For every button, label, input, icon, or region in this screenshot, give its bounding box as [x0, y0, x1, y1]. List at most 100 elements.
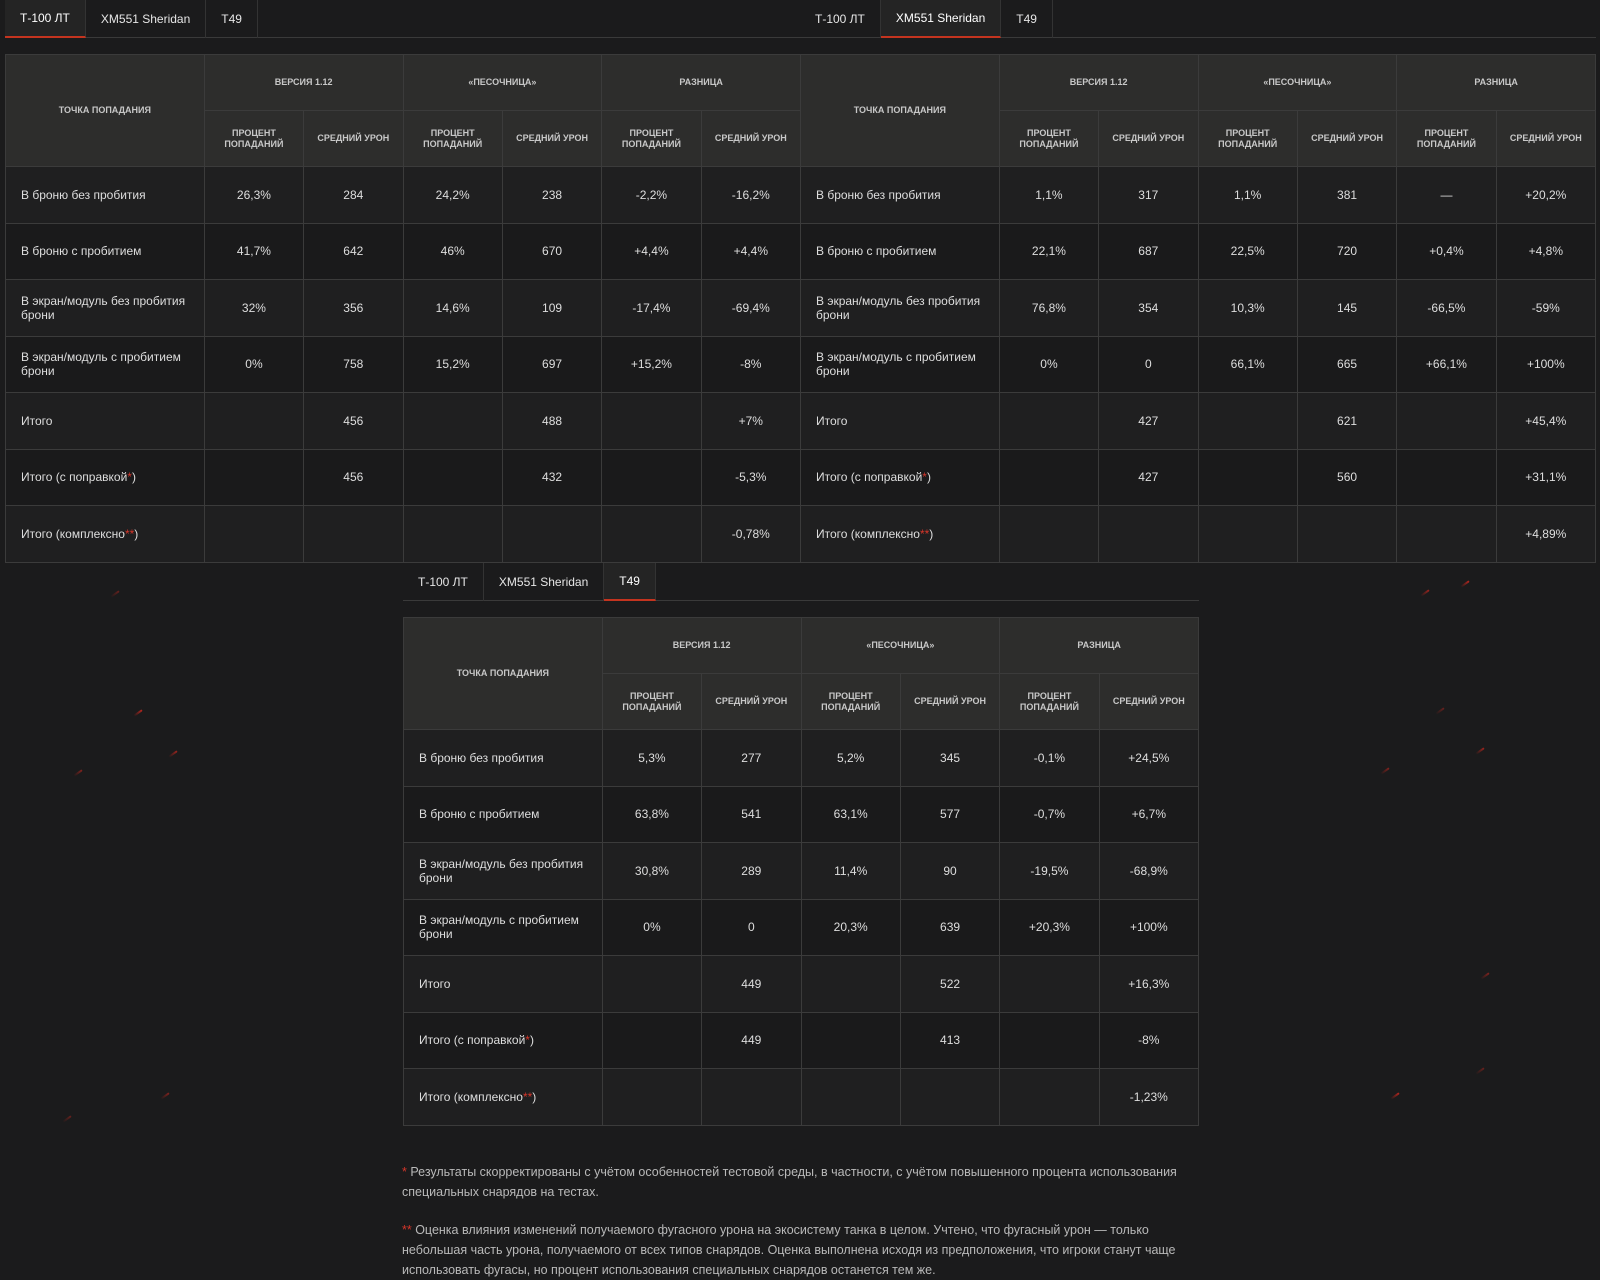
- row-label-text: В броню без пробития: [419, 750, 544, 765]
- row-label: В экран/модуль без пробития брони: [403, 842, 603, 900]
- table-row: Итого (комплексно**) -1,23%: [403, 1068, 1200, 1126]
- row-label-text: Итого: [21, 413, 53, 428]
- table-cell: 642: [303, 222, 404, 280]
- column-subheader: Процент попаданий: [402, 110, 503, 167]
- table-cell: [601, 955, 703, 1013]
- table-cell: 381: [1296, 166, 1398, 224]
- row-label: В экран/модуль с пробитием брони: [5, 335, 205, 393]
- row-label: В экран/модуль без пробития брони: [800, 279, 1000, 337]
- table-cell: 5,2%: [800, 729, 901, 787]
- table-row: В экран/модуль с пробитием брони 0% 758 15,…: [5, 335, 802, 393]
- table-cell: —: [1396, 166, 1497, 224]
- table-cell: +66,1%: [1396, 335, 1497, 393]
- column-subheader: Средний урон: [501, 110, 603, 167]
- table-cell: 90: [899, 842, 1001, 900]
- table-row: Итого 449 522 +16,3%: [403, 955, 1200, 1013]
- table-cell: 541: [701, 785, 802, 843]
- table-cell: -69,4%: [700, 279, 802, 337]
- tab-sheridan[interactable]: XM551 Sheridan: [484, 563, 605, 601]
- row-label-text: Итого (с поправкой: [419, 1033, 526, 1048]
- table-cell: 63,8%: [601, 785, 703, 843]
- table-cell: +4,4%: [700, 222, 802, 280]
- table-cell: 32%: [203, 279, 305, 337]
- panel-sheridan: Т-100 ЛТ XM551 Sheridan T49 Точка попада…: [800, 0, 1597, 563]
- tab-t49[interactable]: T49: [206, 0, 258, 38]
- tab-bar: Т-100 ЛТ XM551 Sheridan T49: [403, 563, 1199, 601]
- table-cell: 41,7%: [203, 222, 305, 280]
- row-label-text: В экран/модуль с пробитием брони: [816, 350, 976, 379]
- table-row: Итого (комплексно**) -0,78%: [5, 505, 802, 563]
- table-cell: 522: [899, 955, 1001, 1013]
- tab-sheridan[interactable]: XM551 Sheridan: [86, 0, 207, 38]
- row-label: В броню с пробитием: [403, 785, 603, 843]
- footnotes: * Результаты скорректированы с учётом ос…: [402, 1162, 1192, 1280]
- table-cell: 413: [899, 1011, 1001, 1069]
- row-label-text: Итого (с поправкой: [816, 470, 923, 485]
- table-cell: 1,1%: [1197, 166, 1298, 224]
- ember-spark: [1420, 589, 1430, 597]
- row-label: В экран/модуль с пробитием брони: [800, 335, 1000, 393]
- table-cell: -8%: [1098, 1011, 1200, 1069]
- table-cell: 145: [1296, 279, 1398, 337]
- table-row: В броню с пробитием 41,7% 642 46% 670 +4,4% +4…: [5, 222, 802, 280]
- row-label-text: Итого: [419, 976, 451, 991]
- table-cell: -19,5%: [999, 842, 1100, 900]
- footnote-text: Результаты скорректированы с учётом особ…: [402, 1165, 1177, 1199]
- table-cell: 0%: [203, 335, 305, 393]
- column-subheader: Процент попаданий: [601, 110, 702, 167]
- table-cell: 30,8%: [601, 842, 703, 900]
- table-cell: 687: [1098, 222, 1199, 280]
- table-cell: 76,8%: [998, 279, 1100, 337]
- table-cell: +4,8%: [1495, 222, 1597, 280]
- row-label-text: В броню с пробитием: [21, 244, 142, 259]
- footnote-marker: **: [522, 1089, 533, 1104]
- table-cell: [800, 955, 901, 1013]
- table-cell: 289: [701, 842, 802, 900]
- table-cell: -59%: [1495, 279, 1597, 337]
- row-label: В броню без пробития: [403, 729, 603, 787]
- table-cell: -5,3%: [700, 448, 802, 506]
- tab-t100[interactable]: Т-100 ЛТ: [800, 0, 881, 38]
- damage-table-t100: Точка попадания Версия 1.12 «Песочница» Раз…: [5, 54, 802, 563]
- table-cell: +4,4%: [601, 222, 702, 280]
- tab-sheridan[interactable]: XM551 Sheridan: [880, 0, 1002, 38]
- column-group-header: «Песочница»: [800, 617, 1001, 674]
- footnote-marker: **: [919, 526, 930, 541]
- table-cell: [999, 1068, 1100, 1126]
- footnote-2: ** Оценка влияния изменений получаемого …: [402, 1220, 1192, 1280]
- table-cell: [800, 1068, 901, 1126]
- row-label: Итого: [403, 955, 603, 1013]
- table-cell: 11,4%: [800, 842, 901, 900]
- table-cell: 5,3%: [601, 729, 703, 787]
- tab-t100[interactable]: Т-100 ЛТ: [5, 0, 86, 38]
- tab-t49[interactable]: T49: [604, 563, 656, 601]
- table-row: Итого (с поправкой*) 449 413 -8%: [403, 1011, 1200, 1069]
- table-cell: 456: [303, 448, 404, 506]
- tab-t100[interactable]: Т-100 ЛТ: [403, 563, 484, 601]
- row-label: Итого: [800, 392, 1000, 450]
- column-subheader: Процент попаданий: [800, 673, 901, 730]
- row-label-text: В экран/модуль без пробития брони: [21, 293, 186, 322]
- table-cell: 758: [303, 335, 404, 393]
- ember-spark: [1435, 707, 1445, 715]
- table-cell: 621: [1296, 392, 1398, 450]
- row-label-text: В броню с пробитием: [816, 244, 937, 259]
- table-cell: 0%: [998, 335, 1100, 393]
- ember-spark: [1475, 1067, 1485, 1075]
- tab-bar: Т-100 ЛТ XM551 Sheridan T49: [800, 0, 1596, 38]
- column-subheader: Средний урон: [1296, 110, 1398, 167]
- table-cell: 277: [701, 729, 802, 787]
- table-cell: [1296, 505, 1398, 563]
- table-cell: [999, 955, 1100, 1013]
- damage-table-sheridan: Точка попадания Версия 1.12 «Песочница» Раз…: [800, 54, 1597, 563]
- table-cell: 0%: [601, 898, 703, 956]
- table-cell: -68,9%: [1098, 842, 1200, 900]
- tab-t49[interactable]: T49: [1001, 0, 1053, 38]
- table-cell: 345: [899, 729, 1001, 787]
- table-cell: +4,89%: [1495, 505, 1597, 563]
- table-cell: 432: [501, 448, 603, 506]
- row-label-text: В броню с пробитием: [419, 807, 540, 822]
- table-cell: [203, 448, 305, 506]
- table-cell: -17,4%: [601, 279, 702, 337]
- table-cell: [998, 505, 1100, 563]
